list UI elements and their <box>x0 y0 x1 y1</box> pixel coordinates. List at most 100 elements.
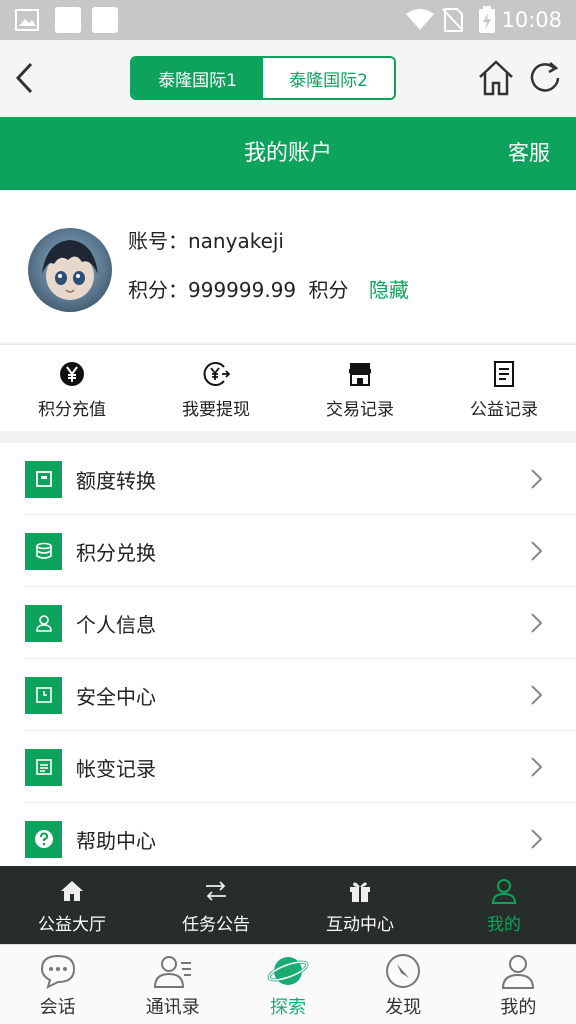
tab-discover[interactable]: 发现 <box>346 945 461 1024</box>
chevron-right-icon <box>531 757 543 777</box>
planet-icon <box>267 957 309 985</box>
menu-icon-container <box>25 676 62 714</box>
menu-label: 额度转换 <box>76 468 156 493</box>
coins-stack-icon <box>35 542 52 559</box>
quick-action-label: 公益记录 <box>470 400 538 420</box>
withdraw-button[interactable]: 我要提现 <box>144 345 288 431</box>
points-prefix: 积分： <box>128 278 188 302</box>
account-prefix: 账号： <box>128 229 188 253</box>
store-icon <box>349 363 371 386</box>
tab-label: 互动中心 <box>326 915 394 935</box>
charity-records-button[interactable]: 公益记录 <box>432 345 576 431</box>
refresh-icon <box>530 62 560 92</box>
refresh-button[interactable] <box>526 58 564 102</box>
chevron-right-icon <box>531 685 543 705</box>
box-icon <box>35 471 52 487</box>
menu-item-personal-info[interactable]: 个人信息 <box>0 587 576 659</box>
tab-contacts[interactable]: 通讯录 <box>115 945 230 1024</box>
status-time: 10:08 <box>501 8 562 32</box>
yen-coin-icon <box>60 362 84 386</box>
tab-label: 我的 <box>500 997 537 1018</box>
customer-service-button[interactable]: 客服 <box>508 117 550 190</box>
user-icon <box>491 879 517 904</box>
gallery-icon <box>14 7 40 33</box>
document-icon <box>494 361 514 387</box>
menu-icon-container <box>25 748 62 786</box>
home-icon <box>61 881 83 901</box>
compass-icon <box>386 954 421 988</box>
back-button[interactable] <box>10 60 40 100</box>
menu-label: 帐变记录 <box>76 756 156 781</box>
tab-label: 公益大厅 <box>38 915 106 935</box>
chevron-right-icon <box>531 541 543 561</box>
tab-label: 探索 <box>270 997 306 1018</box>
account-switcher: 泰隆国际1 泰隆国际2 <box>130 56 396 100</box>
profile-icon <box>502 955 535 989</box>
home-outline-icon <box>479 60 513 96</box>
quick-actions: 积分充值 我要提现 交易记录 公益记录 <box>0 344 576 431</box>
menu-icon-container <box>25 820 62 858</box>
tab-charity-hall[interactable]: 公益大厅 <box>0 866 144 944</box>
tab-mine[interactable]: 我的 <box>432 866 576 944</box>
no-sim-icon <box>442 8 464 36</box>
page-title: 我的账户 <box>243 141 332 166</box>
contacts-icon <box>153 956 191 988</box>
tab-task-announcements[interactable]: 任务公告 <box>144 866 288 944</box>
tab-me[interactable]: 我的 <box>461 945 576 1024</box>
menu-item-account-changes[interactable]: 帐变记录 <box>0 731 576 803</box>
recharge-points-button[interactable]: 积分充值 <box>0 345 144 431</box>
tab-label: 我的 <box>487 915 521 935</box>
notification-square-icon <box>92 7 118 33</box>
question-icon <box>34 830 53 848</box>
notification-square-icon <box>55 7 81 33</box>
battery-icon <box>478 6 496 38</box>
quick-action-label: 积分充值 <box>38 400 106 420</box>
menu-label: 帮助中心 <box>76 828 156 853</box>
quick-action-label: 我要提现 <box>182 400 250 420</box>
menu-item-help-center[interactable]: 帮助中心 <box>0 803 576 875</box>
menu-icon-container <box>25 460 62 498</box>
menu-icon-container <box>25 532 62 570</box>
menu-label: 积分兑换 <box>76 540 156 565</box>
tab-label: 通讯录 <box>145 997 200 1018</box>
account-name: nanyakeji <box>188 229 284 253</box>
hide-points-button[interactable]: 隐藏 <box>369 278 409 302</box>
points-value: 999999.99 <box>188 278 297 302</box>
withdraw-icon <box>203 362 230 386</box>
inner-tab-bar: 公益大厅 任务公告 互动中心 我的 <box>0 866 576 944</box>
tab-explore[interactable]: 探索 <box>230 945 345 1024</box>
tab-label: 会话 <box>39 997 76 1018</box>
tab-account-2[interactable]: 泰隆国际2 <box>263 58 394 98</box>
avatar <box>28 228 112 312</box>
account-line: 账号：nanyakeji <box>128 225 284 254</box>
tab-chats[interactable]: 会话 <box>0 945 115 1024</box>
points-unit: 积分 <box>308 278 349 302</box>
gift-icon <box>350 882 370 902</box>
points-line: 积分：999999.99 积分 隐藏 <box>128 274 409 303</box>
app-tab-bar: 会话 通讯录 探索 发现 我的 <box>0 944 576 1024</box>
chevron-right-icon <box>531 469 543 489</box>
menu-icon-container <box>25 604 62 642</box>
chevron-right-icon <box>531 829 543 849</box>
tab-account-1[interactable]: 泰隆国际1 <box>132 58 263 98</box>
tab-label: 任务公告 <box>182 915 250 935</box>
menu-item-security-center[interactable]: 安全中心 <box>0 659 576 731</box>
tab-label: 发现 <box>385 997 422 1018</box>
chevron-left-icon <box>15 62 33 94</box>
transaction-records-button[interactable]: 交易记录 <box>288 345 432 431</box>
wifi-icon <box>405 9 435 35</box>
chevron-right-icon <box>531 613 543 633</box>
clock-icon <box>35 687 52 703</box>
transfer-arrows-icon <box>206 881 226 901</box>
home-button[interactable] <box>477 58 515 102</box>
list-icon <box>35 759 52 775</box>
menu-item-points-exchange[interactable]: 积分兑换 <box>0 515 576 587</box>
menu-label: 个人信息 <box>76 612 156 637</box>
menu-list: 额度转换 积分兑换 个人信息 安全中心 帐变记录 帮助中心 <box>0 443 576 875</box>
menu-item-quota-transfer[interactable]: 额度转换 <box>0 443 576 515</box>
menu-label: 安全中心 <box>76 684 156 709</box>
quick-action-label: 交易记录 <box>326 400 394 420</box>
tab-interaction-center[interactable]: 互动中心 <box>288 866 432 944</box>
person-icon <box>35 615 52 632</box>
chat-bubble-icon <box>40 954 75 989</box>
